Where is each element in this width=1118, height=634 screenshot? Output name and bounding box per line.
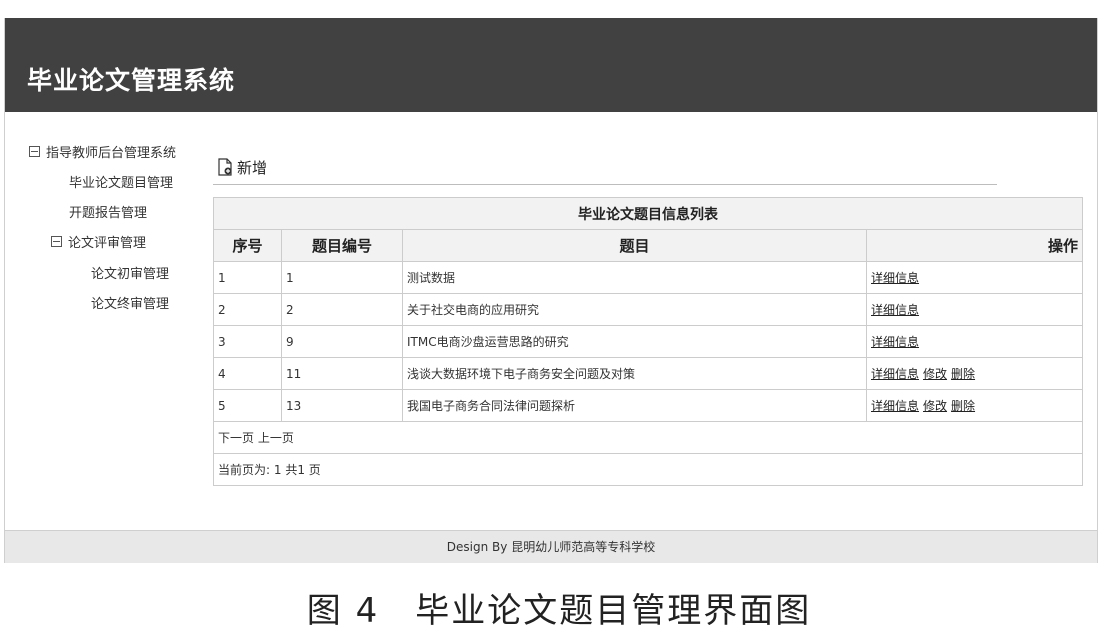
delete-link[interactable]: 删除 [951,399,975,413]
edit-link[interactable]: 修改 [923,367,947,381]
sidebar-item-label: 论文初审管理 [91,267,170,282]
cell-title: 测试数据 [402,261,867,294]
cell-seq: 5 [213,389,282,422]
sidebar-group-label: 论文评审管理 [68,236,147,251]
column-header-actions: 操作 [866,229,1083,262]
next-page-link[interactable]: 下一页 [218,431,254,445]
column-header-title: 题目 [402,229,867,262]
collapse-icon[interactable] [29,146,40,157]
cell-seq: 2 [213,293,282,326]
cell-actions: 详细信息 修改 删除 [866,357,1083,390]
column-header-code: 题目编号 [281,229,403,262]
sidebar-item-proposal-reports[interactable]: 开题报告管理 [69,202,147,221]
cell-actions: 详细信息 [866,293,1083,326]
table-row: 3 9 ITMC电商沙盘运营思路的研究 详细信息 [213,325,1083,358]
table-row: 4 11 浅谈大数据环境下电子商务安全问题及对策 详细信息 修改 删除 [213,357,1083,390]
sidebar-group-review[interactable]: 论文评审管理 [51,232,146,251]
cell-actions: 详细信息 [866,261,1083,294]
cell-title: 浅谈大数据环境下电子商务安全问题及对策 [402,357,867,390]
total-pages: 共1 页 [285,463,321,477]
add-button[interactable]: 新增 [217,157,267,178]
table-row: 2 2 关于社交电商的应用研究 详细信息 [213,293,1083,326]
page-info-prefix: 当前页为: [218,463,271,477]
delete-link[interactable]: 删除 [951,367,975,381]
cell-actions: 详细信息 [866,325,1083,358]
sidebar-item-label: 毕业论文题目管理 [69,176,174,191]
current-page-number: 1 [273,463,282,477]
edit-link[interactable]: 修改 [923,399,947,413]
new-document-icon [218,158,232,176]
column-header-seq: 序号 [213,229,282,262]
page-info: 当前页为: 1 共1 页 [213,453,1083,486]
sidebar-item-final-review[interactable]: 论文终审管理 [91,293,169,312]
cell-title: 关于社交电商的应用研究 [402,293,867,326]
app-window: 毕业论文管理系统 指导教师后台管理系统 毕业论文题目管理 开题报告管理 论文评审… [4,18,1098,563]
cell-code: 13 [281,389,403,422]
sidebar-root-label: 指导教师后台管理系统 [46,146,177,161]
detail-link[interactable]: 详细信息 [871,367,919,381]
collapse-icon[interactable] [51,236,62,247]
cell-code: 9 [281,325,403,358]
cell-code: 11 [281,357,403,390]
sidebar-item-label: 开题报告管理 [69,206,148,221]
prev-page-link[interactable]: 上一页 [258,431,294,445]
table-row: 5 13 我国电子商务合同法律问题探析 详细信息 修改 删除 [213,389,1083,422]
cell-seq: 4 [213,357,282,390]
cell-actions: 详细信息 修改 删除 [866,389,1083,422]
topic-list-table: 毕业论文题目信息列表 序号 题目编号 题目 操作 1 1 测试数据 详细信息 2… [213,197,1083,486]
figure-caption: 图 4 毕业论文题目管理界面图 [306,591,812,631]
cell-title: 我国电子商务合同法律问题探析 [402,389,867,422]
cell-seq: 3 [213,325,282,358]
page-info-row: 当前页为: 1 共1 页 [213,453,1083,486]
sidebar-item-label: 论文终审管理 [91,297,170,312]
app-header: 毕业论文管理系统 [5,18,1097,112]
table-row: 1 1 测试数据 详细信息 [213,261,1083,294]
cell-code: 1 [281,261,403,294]
detail-link[interactable]: 详细信息 [871,335,919,349]
cell-title: ITMC电商沙盘运营思路的研究 [402,325,867,358]
footer: Design By 昆明幼儿师范高等专科学校 [5,530,1097,563]
cell-code: 2 [281,293,403,326]
sidebar-item-thesis-topics[interactable]: 毕业论文题目管理 [69,172,173,191]
pagination: 下一页 上一页 [213,421,1083,454]
sidebar-root[interactable]: 指导教师后台管理系统 [29,142,176,161]
toolbar: 新增 [213,154,997,185]
detail-link[interactable]: 详细信息 [871,271,919,285]
app-title: 毕业论文管理系统 [27,66,236,95]
cell-seq: 1 [213,261,282,294]
detail-link[interactable]: 详细信息 [871,303,919,317]
table-caption: 毕业论文题目信息列表 [213,197,1083,230]
detail-link[interactable]: 详细信息 [871,399,919,413]
sidebar-item-initial-review[interactable]: 论文初审管理 [91,263,169,282]
pagination-row: 下一页 上一页 [213,421,1083,454]
add-button-label: 新增 [237,159,268,177]
